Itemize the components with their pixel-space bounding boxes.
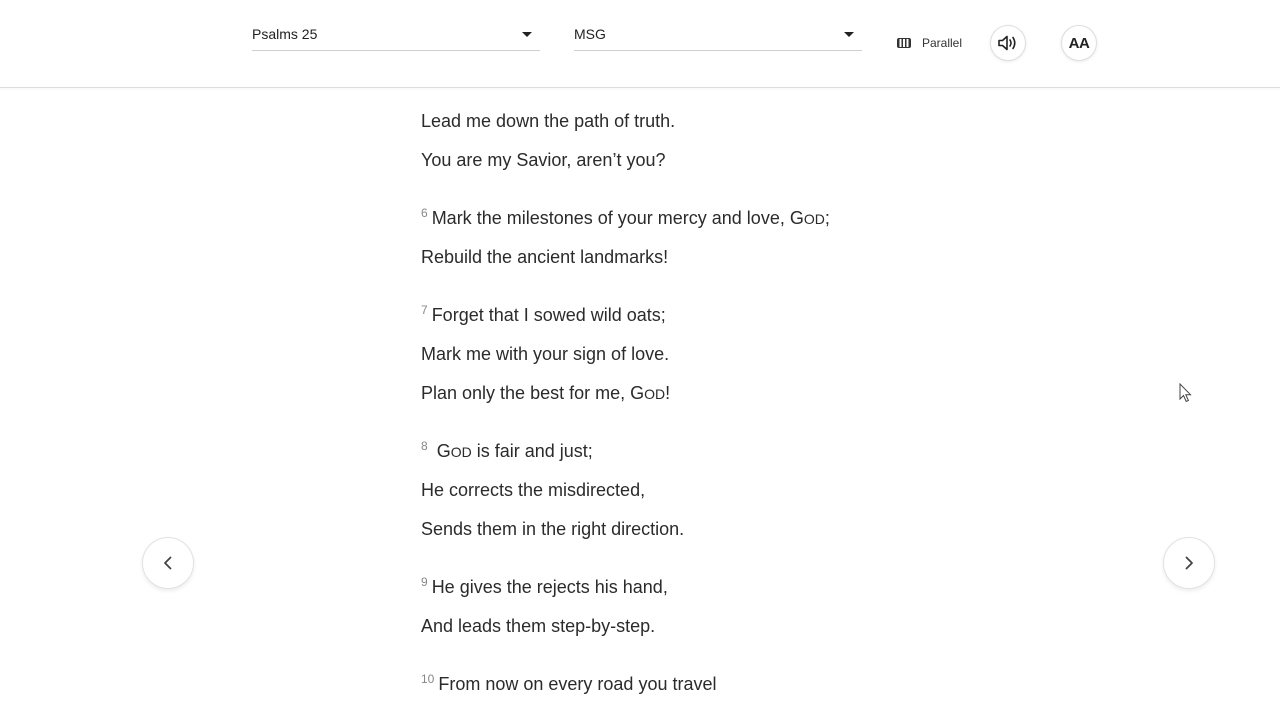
- verse-line: 7 Forget that I sowed wild oats;: [421, 304, 666, 326]
- verse-text: !: [665, 383, 671, 403]
- verse-text: You are my Savior, aren’t you?: [421, 150, 666, 170]
- verse-text: G: [431, 441, 451, 461]
- verse-line: Rebuild the ancient landmarks!: [421, 246, 668, 268]
- font-settings-button[interactable]: AA: [1061, 25, 1097, 61]
- audio-button[interactable]: [990, 25, 1026, 61]
- mouse-pointer-icon: [1179, 383, 1192, 403]
- verse-number: 6: [421, 206, 428, 220]
- verse-line: 10 From now on every road you travel: [421, 673, 716, 695]
- verse-line: Mark me with your sign of love.: [421, 343, 669, 365]
- version-value: MSG: [574, 26, 606, 42]
- parallel-button[interactable]: Parallel: [897, 34, 962, 52]
- verse-text: Mark me with your sign of love.: [421, 344, 670, 364]
- verse-line: 8 God is fair and just;: [421, 440, 593, 463]
- verse-line: And leads them step-by-step.: [421, 615, 655, 637]
- verse-number: 10: [421, 672, 435, 686]
- verse-line: Plan only the best for me, God!: [421, 382, 670, 405]
- parallel-label: Parallel: [922, 36, 963, 50]
- verse-line: Sends them in the right direction.: [421, 518, 684, 540]
- divine-name-small-caps: od: [644, 386, 666, 402]
- verse-line: He corrects the misdirected,: [421, 479, 645, 501]
- top-toolbar: Psalms 25 MSG Parallel AA: [0, 0, 1280, 88]
- verse-text: Lead me down the path of truth.: [421, 111, 676, 131]
- next-chapter-button[interactable]: [1163, 537, 1215, 589]
- verse-number: 7: [421, 303, 428, 317]
- divine-name-small-caps: od: [803, 211, 825, 227]
- verse-line: 9 He gives the rejects his hand,: [421, 576, 668, 598]
- verse-text: ;: [824, 208, 830, 228]
- book-chapter-select[interactable]: Psalms 25: [252, 22, 540, 51]
- verse-text: He corrects the misdirected,: [421, 480, 646, 500]
- speaker-icon: [998, 35, 1016, 51]
- verse-text: From now on every road you travel: [438, 674, 717, 694]
- previous-chapter-button[interactable]: [142, 537, 194, 589]
- book-chapter-value: Psalms 25: [252, 26, 318, 42]
- chevron-down-icon: [522, 32, 532, 37]
- version-select[interactable]: MSG: [574, 22, 862, 51]
- verse-text: He gives the rejects his hand,: [431, 577, 668, 597]
- verse-line: You are my Savior, aren’t you?: [421, 149, 665, 171]
- verse-text: Sends them in the right direction.: [421, 519, 685, 539]
- verse-text: Rebuild the ancient landmarks!: [421, 247, 669, 267]
- font-settings-label: AA: [1068, 34, 1090, 52]
- verse-text: is fair and just;: [471, 441, 593, 461]
- verse-number: 9: [421, 575, 428, 589]
- chevron-right-icon: [1185, 556, 1193, 570]
- verse-text: Mark the milestones of your mercy and lo…: [431, 208, 804, 228]
- verse-text: And leads them step-by-step.: [421, 616, 656, 636]
- parallel-columns-icon: [897, 38, 911, 48]
- chapter-content: Lead me down the path of truth. You are m…: [421, 0, 981, 720]
- chevron-down-icon: [844, 32, 854, 37]
- verse-text: Forget that I sowed wild oats;: [431, 305, 666, 325]
- verse-line: Lead me down the path of truth.: [421, 110, 675, 132]
- verse-line: 6 Mark the milestones of your mercy and l…: [421, 207, 830, 230]
- verse-number: 8: [421, 439, 428, 453]
- divine-name-small-caps: od: [450, 444, 472, 460]
- chevron-left-icon: [164, 556, 172, 570]
- verse-text: Plan only the best for me, G: [421, 383, 645, 403]
